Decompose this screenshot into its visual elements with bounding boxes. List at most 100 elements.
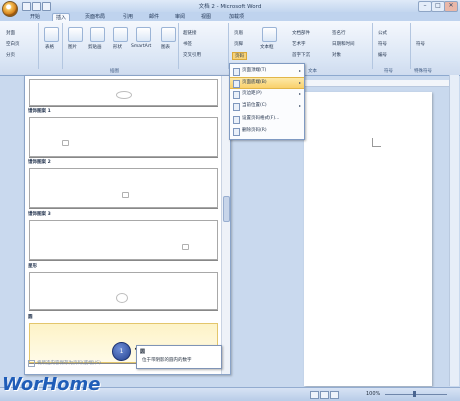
page-number-menu[interactable]: 页面顶端(T) ▸ 页面底端(B) ▸ 页边距(P) ▸ 当前位置(C) ▸ 设… [229,63,305,140]
gallery-item-accent-1[interactable] [29,117,218,157]
symbols-group-label: 符号 [384,69,393,74]
submenu-arrow-icon: ▸ [298,80,301,85]
print-layout-view-icon[interactable] [310,391,319,399]
menu-item-remove-page-numbers[interactable]: 删除页码(R) [230,126,304,136]
picture-button-label: 图片 [68,45,77,50]
menu-item-label: 页边距(P) [242,91,262,96]
symbol-button[interactable]: 符号 [378,41,387,47]
object-button[interactable]: 对象 [332,52,341,58]
clipart-button-label: 剪贴画 [88,45,102,50]
document-page[interactable] [304,92,432,386]
separator [38,23,39,69]
menu-item-label: 删除页码(R) [242,128,267,133]
chart-icon[interactable] [161,27,176,42]
date-time-button[interactable]: 日期和时间 [332,41,355,47]
separator [62,23,63,69]
current-position-icon [233,103,240,111]
tooltip-title: 圆 [140,349,146,355]
special-symbol-button[interactable]: 符号 [416,41,425,47]
tab-mailings[interactable]: 邮件 [146,13,162,21]
page-break-button[interactable]: 分页 [6,52,15,58]
menu-item-format-page-numbers[interactable]: 设置页码格式(F)... [230,114,304,124]
signature-line-button[interactable]: 签名行 [332,30,346,36]
wordart-button[interactable]: 艺术字 [292,41,306,47]
maximize-button[interactable]: □ [431,1,445,12]
hyperlink-button[interactable]: 超链接 [183,30,197,36]
menu-item-bottom-of-page[interactable]: 页面底端(B) ▸ [230,77,304,89]
shapes-icon[interactable] [113,27,128,42]
table-icon[interactable] [44,27,59,42]
smartart-icon[interactable] [136,27,151,42]
menu-item-label: 设置页码格式(F)... [242,116,280,121]
accent-icon [122,192,129,198]
gallery-scroll-thumb[interactable] [223,196,230,222]
save-gallery-label: 将所选内容保存为页码(底端)(S) [37,361,101,366]
cross-reference-button[interactable]: 交叉引用 [183,52,201,58]
page-bottom-icon [233,80,240,88]
gallery-section-heading: 馒饰图案 1 [28,109,51,114]
header-button[interactable]: 页眉 [234,30,243,36]
page-number-gallery[interactable]: 馒饰图案 1 馒饰图案 2 馒饰图案 3 星形 圆 ↖ [24,75,231,375]
menu-item-top-of-page[interactable]: 页面顶端(T) ▸ [230,66,304,76]
minimize-button[interactable]: – [418,1,432,12]
horizontal-ruler[interactable] [303,80,453,87]
numbering-button[interactable]: 编号 [378,52,387,58]
accent-icon [182,244,189,250]
zoom-slider[interactable] [385,394,447,395]
menu-item-current-position[interactable]: 当前位置(C) ▸ [230,101,304,111]
ellipse-shape [116,91,132,99]
full-screen-view-icon[interactable] [320,391,329,399]
gallery-item-star[interactable] [29,272,218,310]
separator [410,23,411,69]
page-top-icon [233,68,240,76]
office-button[interactable] [2,1,18,17]
quick-parts-button[interactable]: 文档部件 [292,30,310,36]
footer-button[interactable]: 页脚 [234,41,243,47]
tab-review[interactable]: 审阅 [172,13,188,21]
tab-view[interactable]: 视图 [198,13,214,21]
menu-item-label: 当前位置(C) [242,103,267,108]
separator [372,23,373,69]
textbox-icon[interactable] [262,27,277,42]
blank-page-button[interactable]: 空白页 [6,41,20,47]
gallery-tooltip: 圆 位于带阴影的圆内的数字 [136,345,222,369]
menu-item-page-margins[interactable]: 页边距(P) ▸ [230,89,304,99]
cover-page-button[interactable]: 封面 [6,30,15,36]
gallery-item-accent-3[interactable] [29,220,218,260]
gallery-section-heading: 星形 [28,264,37,269]
table-button-label: 表格 [45,45,54,50]
special-symbols-group-label: 特殊符号 [414,69,432,74]
title-bar: 文档 2 - Microsoft Word – □ ✕ [0,0,460,17]
vertical-scrollbar[interactable] [449,75,459,386]
submenu-arrow-icon: ▸ [298,91,301,96]
zoom-level[interactable]: 100% [366,391,380,397]
drop-cap-button[interactable]: 首字下沉 [292,52,310,58]
close-button[interactable]: ✕ [444,1,458,12]
text-group-label: 文本 [308,69,317,74]
gallery-section-heading: 馒饰图案 3 [28,212,51,217]
tooltip-text: 位于带阴影的圆内的数字 [142,358,192,363]
tab-page-layout[interactable]: 页面布局 [82,13,108,21]
separator [178,23,179,69]
textbox-button-label: 文本框 [260,45,274,50]
tab-references[interactable]: 引用 [120,13,136,21]
gallery-item-plain-number[interactable] [29,79,218,106]
gallery-section-heading: 圆 [28,315,33,320]
save-gallery-icon [28,360,35,367]
bookmark-button[interactable]: 书签 [183,41,192,47]
page-number-button[interactable]: 页码 [232,52,247,60]
chart-button-label: 图表 [161,45,170,50]
page-margins-icon [233,91,240,99]
picture-icon[interactable] [68,27,83,42]
zoom-slider-thumb[interactable] [413,391,416,397]
watermark-logo: WorHome [2,374,101,395]
equation-button[interactable]: 公式 [378,30,387,36]
clipart-icon[interactable] [90,27,105,42]
gallery-item-accent-2[interactable] [29,168,218,208]
tab-addins[interactable]: 加载项 [226,13,247,21]
submenu-arrow-icon: ▸ [298,68,301,73]
web-layout-view-icon[interactable] [330,391,339,399]
tab-home[interactable]: 开始 [27,13,43,21]
menu-item-label: 页面顶端(T) [242,68,267,73]
illustrations-group-label: 插图 [110,69,119,74]
